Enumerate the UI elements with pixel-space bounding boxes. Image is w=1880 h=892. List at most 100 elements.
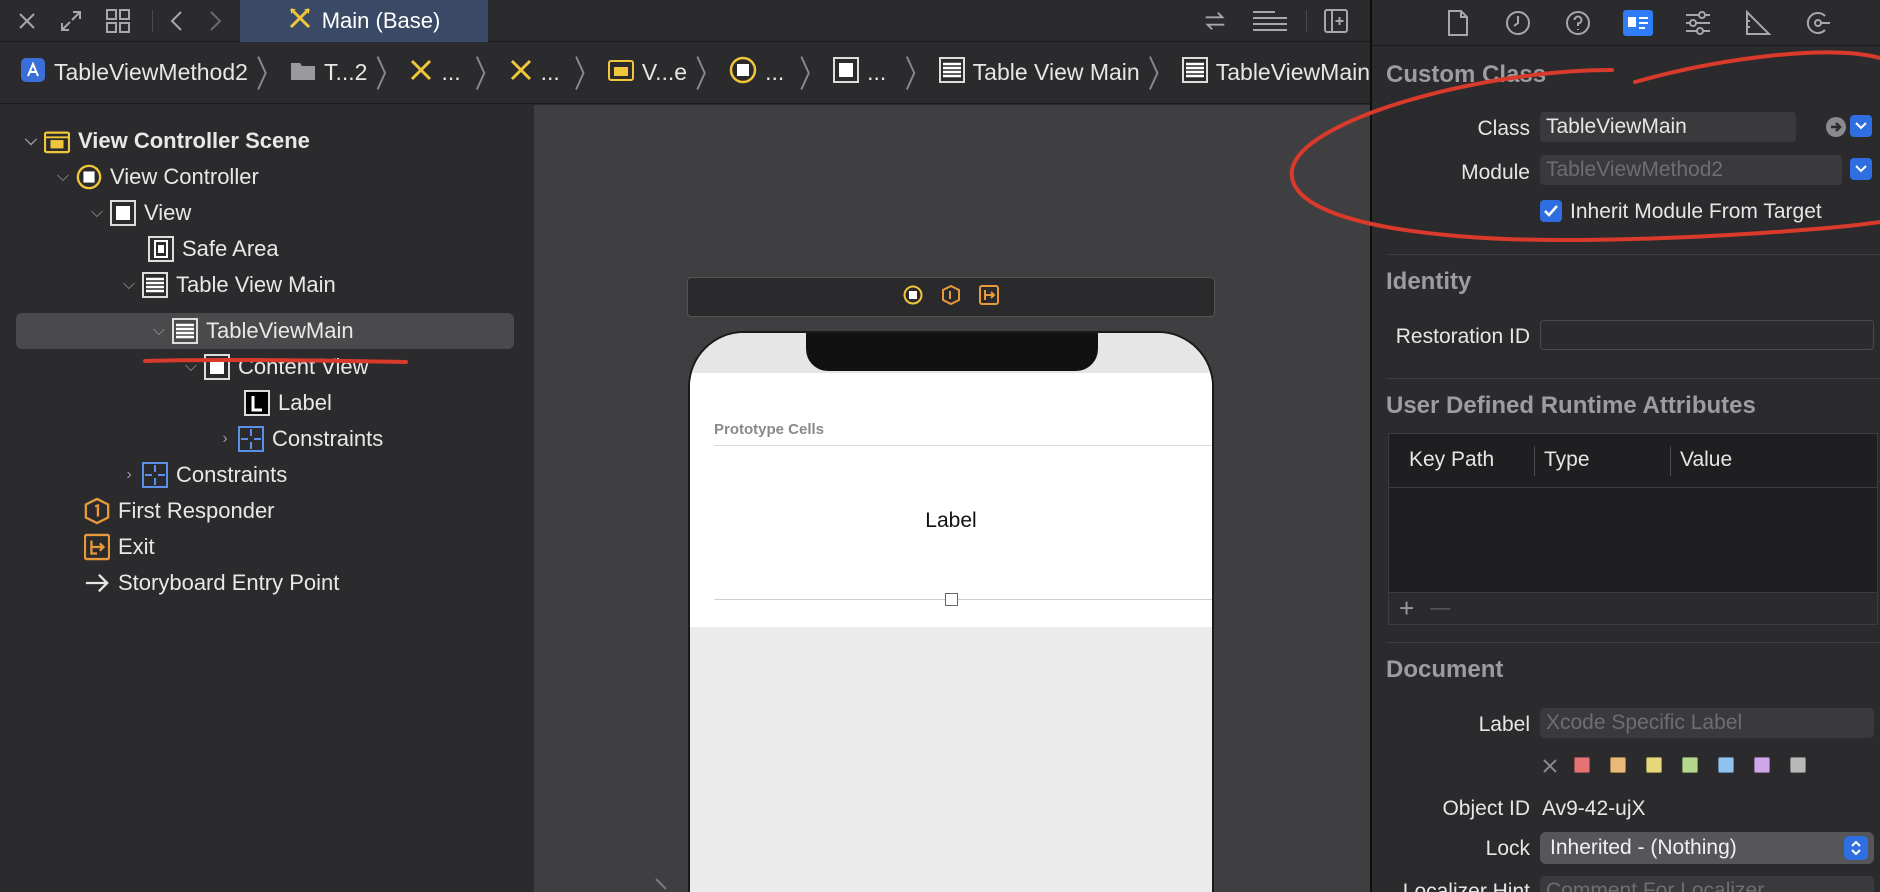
outline-row-entry-point[interactable]: Storyboard Entry Point bbox=[84, 566, 339, 600]
forward-icon[interactable] bbox=[202, 8, 228, 34]
class-field[interactable]: TableViewMain bbox=[1540, 112, 1796, 142]
grid-icon[interactable] bbox=[105, 8, 131, 34]
chevron-down-icon[interactable]: ⌵ bbox=[116, 276, 142, 294]
breadcrumb-folder[interactable]: T...2 bbox=[290, 59, 367, 87]
module-label: Module bbox=[1461, 161, 1530, 184]
module-field[interactable]: TableViewMethod2 bbox=[1540, 155, 1842, 185]
resize-handle[interactable] bbox=[945, 593, 958, 606]
exit-icon[interactable] bbox=[979, 284, 999, 310]
swap-icon[interactable] bbox=[1202, 8, 1228, 34]
color-swatch-purple[interactable] bbox=[1754, 757, 1770, 773]
outline-row-table-cell[interactable]: ⌵ TableViewMain bbox=[146, 314, 354, 348]
lines-icon[interactable] bbox=[1250, 8, 1290, 34]
view-controller-icon[interactable] bbox=[903, 285, 923, 310]
table-footer: + — bbox=[1389, 592, 1877, 624]
chevron-down-icon[interactable]: ⌵ bbox=[84, 204, 110, 222]
chevron-right-icon[interactable]: › bbox=[116, 466, 142, 484]
color-swatch-blue[interactable] bbox=[1718, 757, 1734, 773]
outline-row-exit[interactable]: Exit bbox=[84, 530, 155, 564]
remove-attribute-button[interactable]: — bbox=[1430, 597, 1450, 620]
inherit-module-label: Inherit Module From Target bbox=[1570, 200, 1822, 223]
color-swatch-yellow[interactable] bbox=[1646, 757, 1662, 773]
chevron-right-icon[interactable]: › bbox=[212, 430, 238, 448]
column-header-type[interactable]: Type bbox=[1544, 448, 1590, 472]
identity-icon[interactable] bbox=[1622, 7, 1654, 39]
runtime-attributes-table[interactable]: Key Path Type Value + — bbox=[1388, 433, 1878, 625]
first-responder-icon bbox=[84, 497, 110, 525]
lock-popup[interactable]: Inherited - (Nothing) bbox=[1540, 832, 1874, 864]
module-placeholder: TableViewMethod2 bbox=[1546, 158, 1724, 181]
project-icon bbox=[20, 57, 46, 89]
document-label-field[interactable]: Xcode Specific Label bbox=[1540, 708, 1874, 738]
attributes-icon[interactable] bbox=[1682, 7, 1714, 39]
clear-color-icon[interactable] bbox=[1542, 758, 1558, 779]
outline-row-label[interactable]: Label bbox=[244, 386, 332, 420]
breadcrumb-storyboard-base[interactable]: ... bbox=[509, 58, 566, 88]
add-editor-icon[interactable] bbox=[1323, 8, 1349, 34]
tab-bar: Main (Base) bbox=[0, 0, 1370, 42]
color-swatch-orange[interactable] bbox=[1610, 757, 1626, 773]
chevron-down-icon[interactable]: ⌵ bbox=[178, 358, 204, 376]
color-swatch-red[interactable] bbox=[1574, 757, 1590, 773]
scene-icon bbox=[44, 128, 70, 154]
chevron-down-icon[interactable]: ⌵ bbox=[18, 132, 44, 150]
chevron-down-icon[interactable]: ⌵ bbox=[146, 322, 172, 340]
outline-row-first-responder[interactable]: First Responder bbox=[84, 494, 275, 528]
color-swatch-green[interactable] bbox=[1682, 757, 1698, 773]
class-label: Class bbox=[1477, 117, 1530, 140]
go-to-class-icon[interactable] bbox=[1825, 116, 1847, 143]
outline-row-safe-area[interactable]: Safe Area bbox=[148, 232, 279, 266]
restoration-id-field[interactable] bbox=[1540, 320, 1874, 350]
view-icon bbox=[204, 354, 230, 380]
breadcrumb-view-controller[interactable]: ... bbox=[729, 56, 791, 90]
breadcrumb-project[interactable]: TableViewMethod2 bbox=[20, 57, 248, 89]
outline-row-constraints-inner[interactable]: › Constraints bbox=[212, 422, 383, 456]
tab-main-storyboard[interactable]: Main (Base) bbox=[240, 0, 488, 42]
class-value: TableViewMain bbox=[1546, 115, 1687, 138]
section-title-runtime-attributes: User Defined Runtime Attributes bbox=[1386, 392, 1756, 419]
inherit-module-checkbox[interactable] bbox=[1540, 200, 1562, 222]
outline-label: Content View bbox=[238, 354, 369, 379]
connections-icon[interactable] bbox=[1802, 7, 1834, 39]
chevron-down-icon[interactable]: ⌵ bbox=[50, 168, 76, 186]
breadcrumb-label: ... bbox=[441, 59, 461, 85]
breadcrumb-table-view[interactable]: Table View Main bbox=[938, 56, 1140, 89]
breadcrumb-table-cell[interactable]: TableViewMain bbox=[1181, 56, 1370, 89]
breadcrumb-scene[interactable]: V...e bbox=[607, 58, 687, 88]
storyboard-canvas[interactable]: Prototype Cells Label bbox=[534, 105, 1370, 892]
divider bbox=[714, 599, 1212, 600]
breadcrumb-storyboard[interactable]: ... bbox=[409, 58, 466, 88]
add-attribute-button[interactable]: + bbox=[1399, 593, 1414, 624]
close-icon[interactable] bbox=[14, 8, 40, 34]
expand-icon[interactable] bbox=[58, 8, 84, 34]
constraints-icon bbox=[142, 462, 168, 488]
cell-label[interactable]: Label bbox=[690, 509, 1212, 533]
first-responder-icon[interactable] bbox=[941, 284, 961, 310]
outline-label: Storyboard Entry Point bbox=[118, 570, 340, 595]
module-dropdown-button[interactable] bbox=[1850, 158, 1872, 180]
outline-label: First Responder bbox=[118, 498, 275, 523]
size-icon[interactable] bbox=[1742, 7, 1774, 39]
column-header-value[interactable]: Value bbox=[1680, 448, 1732, 472]
column-header-key-path[interactable]: Key Path bbox=[1409, 448, 1494, 472]
localizer-hint-field[interactable]: Comment For Localizer bbox=[1540, 876, 1874, 892]
outline-row-scene[interactable]: ⌵ View Controller Scene bbox=[18, 124, 310, 158]
file-icon[interactable] bbox=[1442, 7, 1474, 39]
outline-row-view[interactable]: ⌵ View bbox=[84, 196, 191, 230]
class-dropdown-button[interactable] bbox=[1850, 115, 1872, 137]
breadcrumb-view[interactable]: ... bbox=[833, 56, 897, 89]
breadcrumb-label: ... bbox=[765, 59, 785, 85]
storyboard-icon bbox=[409, 58, 433, 88]
help-icon[interactable] bbox=[1562, 7, 1594, 39]
history-icon[interactable] bbox=[1502, 7, 1534, 39]
outline-row-content-view[interactable]: ⌵ Content View bbox=[178, 350, 368, 384]
prototype-cells-header: Prototype Cells bbox=[714, 421, 825, 438]
toolbar-separator bbox=[152, 10, 153, 32]
table-view[interactable]: Prototype Cells Label bbox=[690, 373, 1212, 627]
breadcrumb-label: T...2 bbox=[323, 59, 368, 85]
outline-row-constraints[interactable]: › Constraints bbox=[116, 458, 287, 492]
back-icon[interactable] bbox=[164, 8, 190, 34]
color-swatch-gray[interactable] bbox=[1790, 757, 1806, 773]
outline-row-table-view[interactable]: ⌵ Table View Main bbox=[116, 268, 336, 302]
outline-row-view-controller[interactable]: ⌵ View Controller bbox=[50, 160, 259, 194]
